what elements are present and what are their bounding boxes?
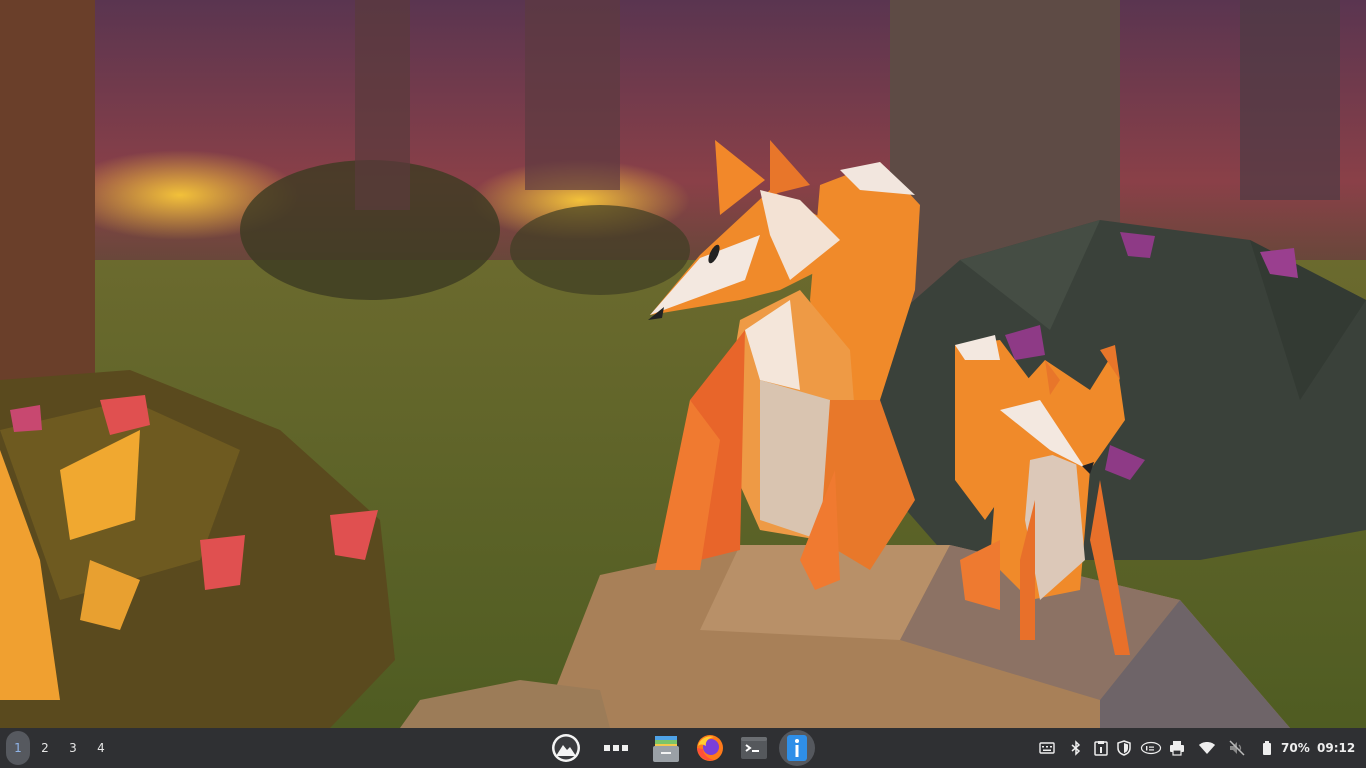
volume-indicator[interactable] xyxy=(1226,728,1248,768)
workspace-4[interactable]: 4 xyxy=(89,728,113,768)
app-menu-button[interactable] xyxy=(548,730,584,766)
bluetooth-icon xyxy=(1071,740,1081,756)
battery-indicator[interactable] xyxy=(1256,728,1278,768)
printer-icon xyxy=(1170,741,1184,756)
keyboard-indicator[interactable] xyxy=(1036,728,1058,768)
firefox-icon xyxy=(697,735,723,761)
desktop-wallpaper xyxy=(0,0,1366,728)
taskbar: 1 2 3 4 70% 09:12 xyxy=(0,728,1366,768)
intel-icon xyxy=(1140,741,1162,755)
printer-indicator[interactable] xyxy=(1166,728,1188,768)
firefox-button[interactable] xyxy=(692,730,728,766)
security-indicator[interactable] xyxy=(1113,728,1135,768)
workspace-2[interactable]: 2 xyxy=(33,728,57,768)
file-manager-button[interactable] xyxy=(648,730,684,766)
workspace-1[interactable]: 1 xyxy=(6,731,30,765)
info-button[interactable] xyxy=(779,730,815,766)
clipboard-icon xyxy=(1094,741,1108,756)
clipboard-indicator[interactable] xyxy=(1090,728,1112,768)
intel-indicator[interactable] xyxy=(1138,728,1164,768)
wifi-icon xyxy=(1199,742,1215,754)
volume-muted-icon xyxy=(1229,740,1245,756)
battery-icon xyxy=(1263,741,1271,755)
keyboard-icon xyxy=(1039,742,1055,754)
file-manager-icon xyxy=(653,736,679,762)
app-grid-button[interactable] xyxy=(598,730,634,766)
shield-icon xyxy=(1117,740,1131,756)
workspace-3[interactable]: 3 xyxy=(61,728,85,768)
terminal-button[interactable] xyxy=(736,730,772,766)
info-icon xyxy=(787,735,807,761)
app-menu-icon xyxy=(552,734,580,762)
battery-percentage[interactable]: 70% xyxy=(1281,728,1310,768)
wifi-indicator[interactable] xyxy=(1196,728,1218,768)
terminal-icon xyxy=(741,737,767,759)
clock[interactable]: 09:12 xyxy=(1317,728,1355,768)
app-grid-icon xyxy=(604,745,628,751)
bluetooth-indicator[interactable] xyxy=(1065,728,1087,768)
